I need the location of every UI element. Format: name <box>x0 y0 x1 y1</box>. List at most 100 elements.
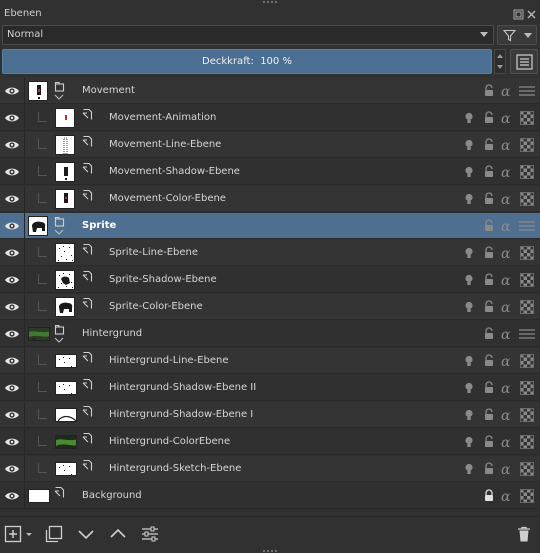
layer-row[interactable]: Hintergrund-Shadow-Ebene I α <box>0 402 540 428</box>
layer-row[interactable]: Hintergrund-Sketch-Ebene α <box>0 456 540 482</box>
spin-down-icon[interactable] <box>497 65 503 69</box>
lock-icon[interactable] <box>482 300 496 314</box>
lock-icon[interactable] <box>482 138 496 152</box>
eye-icon[interactable] <box>4 489 20 503</box>
inherit-alpha-icon[interactable] <box>520 381 534 395</box>
duplicate-layer-icon[interactable] <box>45 525 63 543</box>
alpha-lock-icon[interactable]: α <box>500 327 514 341</box>
opacity-spinner[interactable] <box>494 49 506 74</box>
inherit-alpha-icon[interactable] <box>520 489 534 503</box>
onion-skin-icon[interactable] <box>462 192 476 206</box>
onion-skin-icon[interactable] <box>462 435 476 449</box>
alpha-lock-icon[interactable]: α <box>500 435 514 449</box>
onion-skin-icon[interactable] <box>462 354 476 368</box>
alpha-lock-icon[interactable]: α <box>500 489 514 503</box>
layer-properties-button[interactable] <box>510 49 538 74</box>
layer-row[interactable]: Sprite-Color-Ebene α <box>0 294 540 320</box>
inherit-alpha-icon[interactable] <box>520 435 534 449</box>
alpha-lock-icon[interactable]: α <box>500 165 514 179</box>
layer-name[interactable]: Sprite <box>82 220 116 231</box>
layer-row[interactable]: Hintergrund-Shadow-Ebene II α <box>0 375 540 401</box>
collapse-group-icon[interactable] <box>518 84 536 98</box>
layer-name[interactable]: Movement-Color-Ebene <box>109 193 226 204</box>
eye-icon[interactable] <box>4 192 20 206</box>
blend-mode-select[interactable]: Normal <box>2 25 494 45</box>
collapse-group-icon[interactable] <box>518 327 536 341</box>
layer-name[interactable]: Hintergrund-Sketch-Ebene <box>109 463 241 474</box>
eye-icon[interactable] <box>4 219 20 233</box>
float-icon[interactable] <box>513 9 524 20</box>
layer-name[interactable]: Hintergrund-Line-Ebene <box>109 355 229 366</box>
layer-name[interactable]: Hintergrund <box>82 328 142 339</box>
lock-icon[interactable] <box>482 462 496 476</box>
layer-list[interactable]: Movement α Movement-Animation α Movement-Lin… <box>0 78 540 512</box>
lock-icon[interactable] <box>482 354 496 368</box>
layer-row[interactable]: Movement-Line-Ebene α <box>0 132 540 158</box>
lock-icon[interactable] <box>482 84 496 98</box>
alpha-lock-icon[interactable]: α <box>500 300 514 314</box>
onion-skin-icon[interactable] <box>462 111 476 125</box>
lock-icon[interactable] <box>482 408 496 422</box>
eye-icon[interactable] <box>4 354 20 368</box>
onion-skin-icon[interactable] <box>462 138 476 152</box>
chevron-down-icon[interactable] <box>54 93 64 101</box>
lock-icon[interactable] <box>482 327 496 341</box>
eye-icon[interactable] <box>4 138 20 152</box>
inherit-alpha-icon[interactable] <box>520 273 534 287</box>
inherit-alpha-icon[interactable] <box>520 138 534 152</box>
eye-icon[interactable] <box>4 246 20 260</box>
delete-layer-icon[interactable] <box>515 525 533 543</box>
alpha-lock-icon[interactable]: α <box>500 219 514 233</box>
inherit-alpha-icon[interactable] <box>520 165 534 179</box>
layer-properties-icon[interactable] <box>141 525 159 543</box>
panel-drag-grip-top[interactable] <box>262 0 278 4</box>
inherit-alpha-icon[interactable] <box>520 408 534 422</box>
layer-group-row[interactable]: Hintergrund α <box>0 321 540 347</box>
onion-skin-icon[interactable] <box>462 300 476 314</box>
eye-icon[interactable] <box>4 435 20 449</box>
layer-row[interactable]: Movement-Color-Ebene α <box>0 186 540 212</box>
eye-icon[interactable] <box>4 462 20 476</box>
onion-skin-icon[interactable] <box>462 273 476 287</box>
lock-icon[interactable] <box>482 246 496 260</box>
alpha-lock-icon[interactable]: α <box>500 192 514 206</box>
layer-row[interactable]: Sprite-Shadow-Ebene α <box>0 267 540 293</box>
close-icon[interactable] <box>526 9 537 20</box>
lock-icon[interactable] <box>482 273 496 287</box>
chevron-down-icon[interactable] <box>54 336 64 344</box>
alpha-lock-icon[interactable]: α <box>500 273 514 287</box>
layer-row[interactable]: Movement-Animation α <box>0 105 540 131</box>
move-layer-up-icon[interactable] <box>109 525 127 543</box>
lock-icon[interactable] <box>482 219 496 233</box>
onion-skin-icon[interactable] <box>462 462 476 476</box>
lock-icon[interactable] <box>482 381 496 395</box>
inherit-alpha-icon[interactable] <box>520 300 534 314</box>
chevron-down-icon[interactable] <box>54 228 64 236</box>
alpha-lock-icon[interactable]: α <box>500 84 514 98</box>
onion-skin-icon[interactable] <box>462 381 476 395</box>
layer-name[interactable]: Hintergrund-Shadow-Ebene II <box>109 382 256 393</box>
lock-icon[interactable] <box>482 489 496 503</box>
inherit-alpha-icon[interactable] <box>520 354 534 368</box>
layer-name[interactable]: Movement-Animation <box>109 112 216 123</box>
alpha-lock-icon[interactable]: α <box>500 246 514 260</box>
collapse-group-icon[interactable] <box>518 219 536 233</box>
alpha-lock-icon[interactable]: α <box>500 381 514 395</box>
inherit-alpha-icon[interactable] <box>520 246 534 260</box>
layer-name[interactable]: Sprite-Shadow-Ebene <box>109 274 217 285</box>
eye-icon[interactable] <box>4 111 20 125</box>
onion-skin-icon[interactable] <box>462 165 476 179</box>
eye-icon[interactable] <box>4 273 20 287</box>
layer-row[interactable]: Hintergrund-Line-Ebene α <box>0 348 540 374</box>
panel-drag-grip-bottom[interactable] <box>262 549 278 553</box>
spin-up-icon[interactable] <box>497 54 503 58</box>
layer-row[interactable]: Background α <box>0 483 540 509</box>
layer-name[interactable]: Background <box>82 490 142 501</box>
lock-icon[interactable] <box>482 111 496 125</box>
chevron-down-icon[interactable] <box>24 525 34 543</box>
eye-icon[interactable] <box>4 84 20 98</box>
lock-icon[interactable] <box>482 165 496 179</box>
layer-name[interactable]: Hintergrund-Shadow-Ebene I <box>109 409 253 420</box>
move-layer-down-icon[interactable] <box>77 525 95 543</box>
alpha-lock-icon[interactable]: α <box>500 138 514 152</box>
